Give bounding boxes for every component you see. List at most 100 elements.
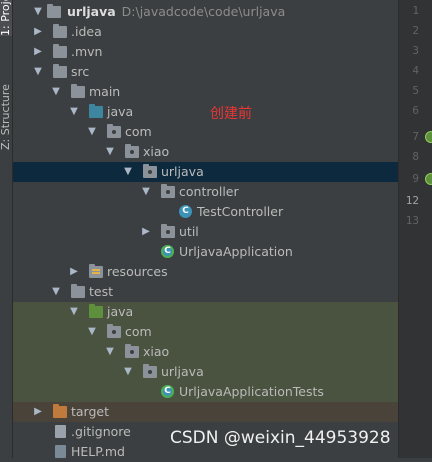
expand-arrow-icon[interactable]: ▼: [86, 322, 98, 342]
folder-icon: [47, 4, 61, 18]
expand-arrow-icon[interactable]: ▼: [104, 342, 116, 362]
collapsed-arrow-icon[interactable]: ▶: [32, 22, 44, 42]
tree-label: UrljavaApplication: [179, 244, 293, 259]
run-gutter-icon[interactable]: [425, 173, 432, 185]
expand-arrow-icon[interactable]: ▼: [86, 122, 98, 142]
watermark: CSDN @weixin_44953928: [170, 428, 391, 448]
collapsed-arrow-icon[interactable]: ▶: [32, 42, 44, 62]
tree-row-urljava-selected[interactable]: ▼ urljava: [13, 162, 398, 182]
folder-icon: [53, 24, 67, 38]
tree-label: com: [125, 324, 152, 339]
line-number: 12: [405, 194, 419, 207]
tree-row-application-tests[interactable]: C UrljavaApplicationTests: [13, 382, 398, 402]
tree-row-test-xiao[interactable]: ▼ xiao: [13, 342, 398, 362]
line-number: 9: [412, 172, 419, 185]
expand-arrow-icon[interactable]: ▼: [140, 182, 152, 202]
folder-icon: [53, 64, 67, 78]
line-number: 4: [412, 64, 419, 77]
package-icon: [161, 184, 175, 198]
collapsed-arrow-icon[interactable]: ▶: [140, 222, 152, 242]
structure-tool-tab[interactable]: Z: Structure: [0, 70, 12, 150]
markdown-file-icon: [55, 445, 66, 458]
tree-label: .mvn: [71, 44, 103, 59]
package-icon: [161, 224, 175, 238]
tree-row-mvn[interactable]: ▶ .mvn: [13, 42, 398, 62]
tree-row-test-com[interactable]: ▼ com: [13, 322, 398, 342]
class-icon: C: [179, 205, 192, 218]
line-number: 8: [412, 150, 419, 163]
project-name: urljava: [67, 4, 116, 19]
tree-row-test-java[interactable]: ▼ java: [13, 302, 398, 322]
package-icon: [125, 144, 139, 158]
tree-row-test[interactable]: ▼ test: [13, 282, 398, 302]
expand-arrow-icon[interactable]: ▼: [32, 2, 44, 22]
spring-class-icon: C: [161, 245, 174, 258]
tree-label: TestController: [197, 204, 284, 219]
tree-row-root[interactable]: ▼ urljava D:\javadcode\code\urljava: [13, 2, 398, 22]
package-icon: [125, 344, 139, 358]
package-icon: [143, 364, 157, 378]
excluded-folder-icon: [53, 404, 67, 418]
annotation-text: 创建前: [210, 106, 252, 122]
line-number: 6: [412, 104, 419, 117]
folder-icon: [53, 44, 67, 58]
tree-label: java: [107, 104, 134, 119]
tree-label: test: [89, 284, 114, 299]
tree-label: UrljavaApplicationTests: [179, 384, 324, 399]
tree-label: urljava: [161, 364, 204, 379]
folder-icon: [71, 84, 85, 98]
expand-arrow-icon[interactable]: ▼: [50, 82, 62, 102]
test-folder-icon: [89, 304, 103, 318]
tree-row-main[interactable]: ▼ main: [13, 82, 398, 102]
tree-row-util[interactable]: ▶ util: [13, 222, 398, 242]
tree-row-controller[interactable]: ▼ controller: [13, 182, 398, 202]
project-path: D:\javadcode\code\urljava: [121, 4, 286, 19]
tree-row-target[interactable]: ▶ target: [13, 402, 398, 422]
collapsed-arrow-icon[interactable]: ▶: [32, 402, 44, 422]
expand-arrow-icon[interactable]: ▼: [68, 102, 80, 122]
tree-label: resources: [107, 264, 168, 279]
tree-row-xiao[interactable]: ▼ xiao: [13, 142, 398, 162]
expand-arrow-icon[interactable]: ▼: [104, 142, 116, 162]
tree-label: urljava: [161, 164, 204, 179]
folder-icon: [71, 284, 85, 298]
tree-label: .gitignore: [71, 424, 131, 439]
editor-gutter: 1 2 3 4 5 6 7 8 9 12 13: [398, 0, 432, 458]
expand-arrow-icon[interactable]: ▼: [68, 302, 80, 322]
project-tree: ▼ urljava D:\javadcode\code\urljava ▶ .id…: [13, 0, 398, 459]
tree-label: xiao: [143, 144, 170, 159]
line-number: 7: [412, 130, 419, 143]
tree-row-testcontroller[interactable]: C TestController: [13, 202, 398, 222]
tree-label: src: [71, 64, 90, 79]
tree-row-idea[interactable]: ▶ .idea: [13, 22, 398, 42]
project-tool-tab[interactable]: 1: Project: [0, 0, 12, 36]
package-icon: [143, 164, 157, 178]
collapsed-arrow-icon[interactable]: ▶: [68, 262, 80, 282]
tree-row-test-urljava[interactable]: ▼ urljava: [13, 362, 398, 382]
tree-row-resources[interactable]: ▶ resources: [13, 262, 398, 282]
expand-arrow-icon[interactable]: ▼: [50, 282, 62, 302]
tree-row-src[interactable]: ▼ src: [13, 62, 398, 82]
spring-class-icon: C: [161, 385, 174, 398]
tree-row-com[interactable]: ▼ com: [13, 122, 398, 142]
package-icon: [107, 124, 121, 138]
tool-window-strip: 1: Project Z: Structure: [0, 0, 13, 458]
package-icon: [107, 324, 121, 338]
expand-arrow-icon[interactable]: ▼: [122, 162, 134, 182]
tree-label: controller: [179, 184, 239, 199]
line-number: 5: [412, 84, 419, 97]
tree-label: main: [89, 84, 121, 99]
expand-arrow-icon[interactable]: ▼: [122, 362, 134, 382]
run-gutter-icon[interactable]: [425, 131, 432, 143]
line-number: 3: [412, 44, 419, 57]
tree-row-java[interactable]: ▼ java: [13, 102, 398, 122]
tree-label: .idea: [71, 24, 102, 39]
tree-row-application[interactable]: C UrljavaApplication: [13, 242, 398, 262]
expand-arrow-icon[interactable]: ▼: [32, 62, 44, 82]
tree-label: util: [179, 224, 199, 239]
tree-label: HELP.md: [71, 444, 125, 459]
tree-label: target: [71, 404, 110, 419]
tree-label: java: [107, 304, 134, 319]
line-number: 13: [405, 214, 419, 227]
tree-label: com: [125, 124, 152, 139]
